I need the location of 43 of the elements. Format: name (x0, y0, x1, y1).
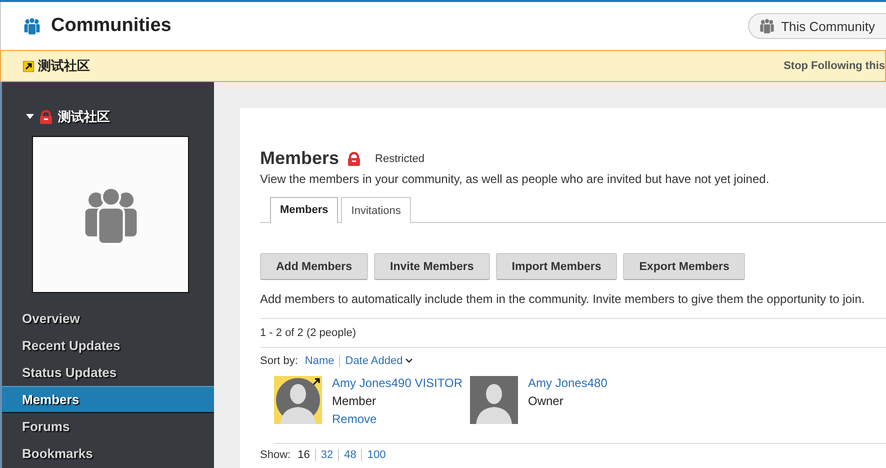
nav-item[interactable]: Bookmarks (2, 440, 214, 467)
chevron-down-icon (404, 358, 413, 364)
stop-following-link[interactable]: Stop Following this (784, 60, 885, 72)
page-size-link[interactable]: 16 (292, 449, 315, 461)
page-size-link[interactable]: 100 (362, 449, 391, 461)
action-button[interactable]: Add Members (260, 253, 368, 280)
scope-button[interactable]: This Community (748, 13, 886, 39)
description: View the members in your community, as well as people who are invited but have not yet joined. (260, 172, 770, 186)
nav-item[interactable]: Members (2, 386, 214, 413)
page-size-link[interactable]: 48 (339, 449, 362, 461)
community-name: 测试社区 (38, 57, 90, 75)
nav-item[interactable]: Status Updates (2, 359, 214, 386)
page-size-link[interactable]: 32 (316, 449, 338, 461)
member-name-link[interactable]: Amy Jones490 VISITOR (332, 376, 462, 390)
action-button[interactable]: Export Members (623, 253, 746, 280)
people-icon (759, 18, 776, 34)
nav-item[interactable]: Recent Updates (2, 332, 214, 359)
lock-icon (39, 110, 53, 124)
caret-icon[interactable] (26, 114, 34, 120)
section-title: Members (260, 148, 340, 169)
communities-icon (23, 17, 41, 35)
action-button[interactable]: Invite Members (374, 253, 490, 280)
arrow-badge-icon (23, 60, 34, 72)
tab[interactable]: Invitations (341, 197, 411, 223)
page-title: Communities (51, 15, 172, 37)
member-role: Member (332, 394, 376, 408)
remove-link[interactable]: Remove (332, 412, 377, 426)
access-label: Restricted (375, 152, 425, 164)
tab[interactable]: Members (270, 197, 338, 223)
sort-link[interactable]: Name (300, 355, 340, 367)
arrow-icon (313, 378, 320, 385)
show-label: Show: (260, 449, 291, 461)
member-name-link[interactable]: Amy Jones480 (528, 376, 608, 390)
sort-link[interactable]: Date Added (340, 355, 418, 367)
member-role: Owner (528, 394, 564, 408)
nav-item[interactable]: Overview (2, 305, 214, 332)
nav-item[interactable]: Forums (2, 413, 214, 440)
community-name: 测试社区 (58, 108, 110, 126)
help-text: Add members to automatically include them in the community. Invite members to give them the opportunity to join. (260, 292, 886, 319)
sort-label: Sort by: (260, 355, 298, 367)
lock-icon (347, 152, 362, 166)
result-count: 1 - 2 of 2 (2 people) (260, 319, 886, 348)
action-button[interactable]: Import Members (496, 253, 618, 280)
